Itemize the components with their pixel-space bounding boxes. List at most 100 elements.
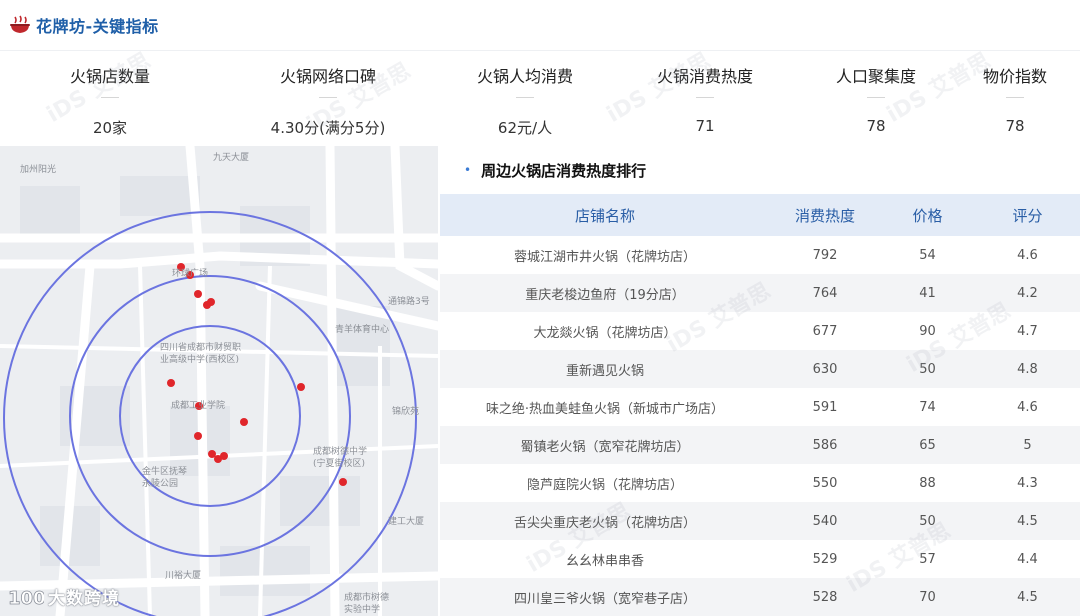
restaurant-marker[interactable] [167,379,175,387]
shop-price: 41 [919,285,936,301]
kpi-online-rating: 火锅网络口碑 4.30分(满分5分) [228,51,428,147]
kpi-label: 物价指数 [982,67,1047,86]
restaurant-marker[interactable] [194,290,202,298]
kpi-value: 62元/人 [497,119,553,137]
table-row[interactable]: 重新遇见火锅 630 50 4.8 [440,350,1080,388]
table-row[interactable]: 舌尖尖重庆老火锅（花牌坊店） 540 50 4.5 [440,502,1080,540]
shop-price: 70 [919,589,936,605]
table-row[interactable]: 四川皇三爷火锅（宽窄巷子店） 528 70 4.5 [440,578,1080,616]
ranking-title: 周边火锅店消费热度排行 [481,161,647,180]
page-title: 花牌坊-关键指标 [36,17,159,36]
column-header-price[interactable]: 价格 [880,205,975,226]
shop-heat: 540 [812,513,838,529]
shop-name: 隐芦庭院火锅（花牌坊店） [526,477,683,493]
restaurant-marker[interactable] [297,383,305,391]
ranking-panel: • 周边火锅店消费热度排行 店铺名称 消费热度 价格 评分 蓉城江湖市井火锅（花… [440,146,1080,616]
map-label-jinniu: 金牛区抚琴 永陵公园 [142,467,188,489]
column-header-heat[interactable]: 消费热度 [770,205,880,226]
shop-heat: 764 [812,285,838,301]
kpi-label: 火锅人均消费 [476,67,573,86]
table-row[interactable]: 味之绝·热血美蛙鱼火锅（新城市广场店） 591 74 4.6 [440,388,1080,426]
shop-score: 4.4 [1017,551,1038,567]
map-label-tongjinlu: 通锦路3号 [388,297,430,307]
column-header-name[interactable]: 店铺名称 [440,205,770,226]
shop-price: 50 [919,513,936,529]
brand-name: 大数跨境 [48,589,120,609]
shop-price: 54 [919,247,936,263]
restaurant-marker[interactable] [207,298,215,306]
restaurant-marker[interactable] [240,418,248,426]
shop-score: 4.5 [1017,589,1038,605]
map-canvas[interactable] [0,146,438,616]
table-row[interactable]: 重庆老梭边鱼府（19分店） 764 41 4.2 [440,274,1080,312]
page-header: 花牌坊-关键指标 [0,0,1080,50]
kpi-hotpot-count: 火锅店数量 20家 [20,51,200,147]
shop-heat: 591 [812,399,838,415]
bullet-icon: • [464,163,472,177]
kpi-avg-spend: 火锅人均消费 62元/人 [430,51,620,147]
shop-heat: 529 [812,551,838,567]
table-row[interactable]: 隐芦庭院火锅（花牌坊店） 550 88 4.3 [440,464,1080,502]
kpi-label: 火锅消费热度 [656,67,753,86]
shop-price: 57 [919,551,936,567]
kpi-divider [1006,97,1024,98]
map-label-qingyang: 青羊体育中心 [335,325,390,335]
shop-price: 50 [919,361,936,377]
kpi-label: 火锅网络口碑 [279,67,376,86]
kpi-value: 20家 [92,119,128,137]
shop-score: 4.7 [1017,323,1038,339]
shop-name: 舌尖尖重庆老火锅（花牌坊店） [513,515,696,531]
shop-heat: 677 [812,323,838,339]
map-label-jinxin: 锦欣苑 [392,407,420,417]
shop-score: 4.6 [1017,247,1038,263]
map-label-jiazhou: 加州阳光 [20,165,57,175]
kpi-divider [101,97,119,98]
kpi-divider [319,97,337,98]
table-row[interactable]: 幺幺林串串香 529 57 4.4 [440,540,1080,578]
map-label-shude-bottom: 成都市树德 实验中学 [344,593,390,615]
table-row[interactable]: 蜀镇老火锅（宽窄花牌坊店） 586 65 5 [440,426,1080,464]
shop-score: 4.8 [1017,361,1038,377]
shop-name: 重庆老梭边鱼府（19分店） [525,287,685,303]
shop-name: 重新遇见火锅 [565,363,644,379]
shop-heat: 630 [812,361,838,377]
shop-score: 4.2 [1017,285,1038,301]
shop-price: 74 [919,399,936,415]
kpi-divider [516,97,534,98]
shop-price: 88 [919,475,936,491]
map-label-chuanyu: 川裕大厦 [165,571,202,581]
shop-name: 味之绝·热血美蛙鱼火锅（新城市广场店） [485,401,725,417]
hotpot-icon [10,15,30,33]
svg-text:100: 100 [8,588,44,609]
shop-score: 4.3 [1017,475,1038,491]
table-header: 店铺名称 消费热度 价格 评分 [440,194,1080,236]
brand-mark: 100 大数跨境 [6,584,120,609]
table-row[interactable]: 大龙燚火锅（花牌坊店） 677 90 4.7 [440,312,1080,350]
ranking-table: 店铺名称 消费热度 价格 评分 蓉城江湖市井火锅（花牌坊店） 792 54 4.… [440,194,1080,616]
area-map[interactable]: 加州阳光 九天大厦 环球广场 通锦路3号 青羊体育中心 四川省成都市财贸职 业高… [0,146,438,616]
shop-score: 5 [1023,437,1032,453]
shop-score: 4.5 [1017,513,1038,529]
ranking-heading: • 周边火锅店消费热度排行 [440,146,1080,194]
kpi-divider [867,97,885,98]
map-label-sichuan-school: 四川省成都市财贸职 业高级中学(西校区) [160,343,242,365]
restaurant-marker[interactable] [339,478,347,486]
column-header-score[interactable]: 评分 [975,205,1080,226]
kpi-consumption-heat: 火锅消费热度 71 [615,51,795,147]
shop-name: 四川皇三爷火锅（宽窄巷子店） [513,591,696,607]
table-row[interactable]: 蓉城江湖市井火锅（花牌坊店） 792 54 4.6 [440,236,1080,274]
kpi-value: 71 [695,117,715,135]
map-label-jiangong: 建工大厦 [388,517,425,527]
map-label-shude: 成都树德中学 (宁夏街校区) [313,447,368,469]
shop-name: 蜀镇老火锅（宽窄花牌坊店） [520,439,690,455]
restaurant-marker[interactable] [220,452,228,460]
shop-score: 4.6 [1017,399,1038,415]
kpi-price-index: 物价指数 78 [930,51,1080,147]
shop-name: 幺幺林串串香 [565,553,644,569]
kpi-value: 4.30分(满分5分) [270,119,386,137]
map-label-jiutian: 九天大厦 [213,153,250,163]
shop-heat: 586 [812,437,838,453]
kpi-value: 78 [1005,117,1025,135]
restaurant-marker[interactable] [194,432,202,440]
shop-name: 大龙燚火锅（花牌坊店） [533,325,677,341]
